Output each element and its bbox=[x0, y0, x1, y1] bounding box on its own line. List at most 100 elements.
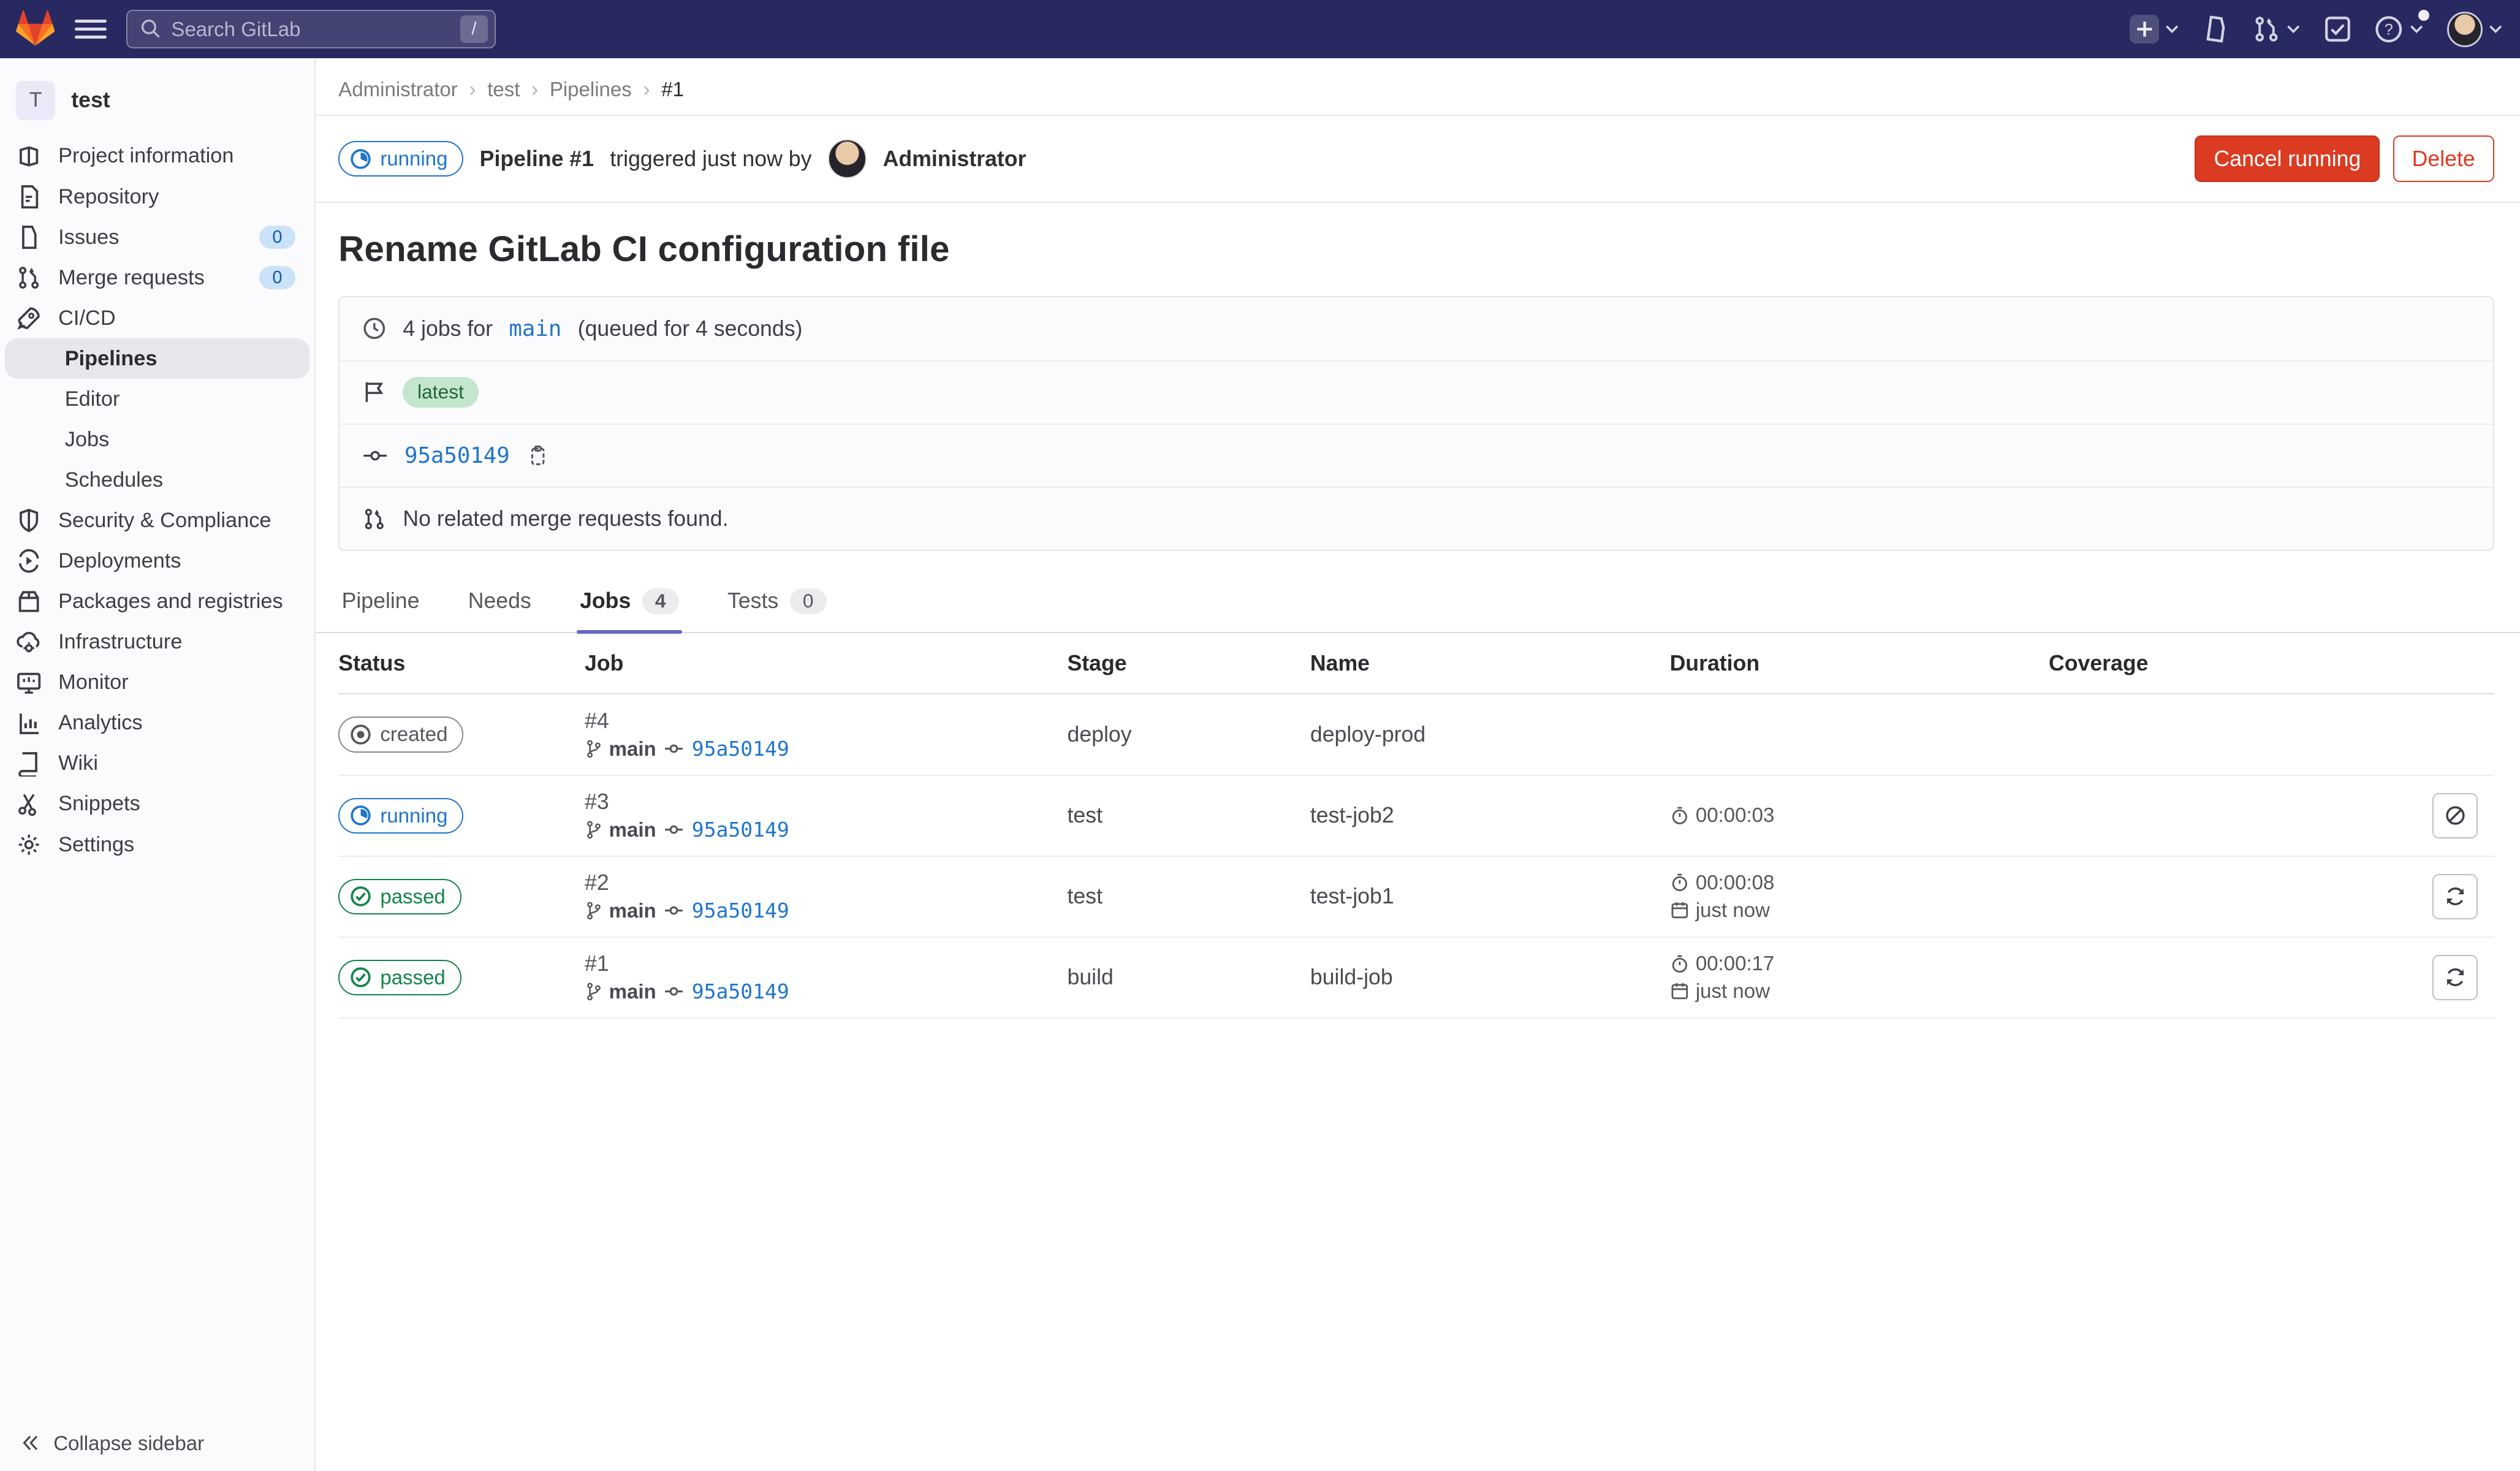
help-menu-button[interactable]: ? bbox=[2374, 15, 2424, 44]
ref-link[interactable]: main bbox=[609, 899, 656, 922]
jobs-summary-row: 4 jobs for main (queued for 4 seconds) bbox=[340, 297, 2492, 360]
sidebar-subitem-editor[interactable]: Editor bbox=[0, 379, 314, 419]
copy-commit-button[interactable] bbox=[526, 444, 548, 467]
flag-icon bbox=[362, 380, 387, 405]
cancel-job-button[interactable] bbox=[2432, 793, 2478, 838]
merge-request-icon bbox=[16, 265, 42, 291]
copy-icon bbox=[526, 444, 548, 467]
project-name: test bbox=[71, 88, 110, 113]
branch-icon bbox=[585, 739, 602, 759]
pipeline-tabs: Pipeline Needs Jobs 4 Tests 0 bbox=[316, 574, 2520, 633]
project-information-icon bbox=[16, 143, 42, 169]
commit-icon bbox=[662, 821, 685, 838]
branch-link[interactable]: main bbox=[509, 316, 561, 341]
commit-sha-link[interactable]: 95a50149 bbox=[692, 737, 789, 761]
author-avatar[interactable] bbox=[828, 139, 867, 178]
author-name[interactable]: Administrator bbox=[883, 146, 1027, 172]
branch-icon bbox=[585, 901, 602, 921]
retry-job-button[interactable] bbox=[2432, 874, 2478, 919]
passed-status-icon bbox=[349, 966, 372, 989]
sidebar-item-packages-registries[interactable]: Packages and registries bbox=[0, 582, 314, 622]
menu-hamburger-icon[interactable] bbox=[75, 13, 107, 45]
sidebar-item-monitor[interactable]: Monitor bbox=[0, 663, 314, 703]
breadcrumb-pipelines[interactable]: Pipelines bbox=[550, 78, 632, 101]
job-status-badge-passed[interactable]: passed bbox=[338, 960, 461, 995]
sidebar-item-settings[interactable]: Settings bbox=[0, 824, 314, 865]
commit-sha-link[interactable]: 95a50149 bbox=[692, 818, 789, 842]
sidebar-item-snippets[interactable]: Snippets bbox=[0, 784, 314, 824]
duration-cell: 00:00:08 just now bbox=[1670, 869, 2049, 924]
tab-jobs[interactable]: Jobs 4 bbox=[577, 574, 682, 632]
job-status-badge-passed[interactable]: passed bbox=[338, 879, 461, 914]
running-status-icon bbox=[349, 148, 372, 170]
jobs-count-badge: 4 bbox=[642, 588, 679, 614]
latest-badge[interactable]: latest bbox=[403, 377, 478, 408]
sidebar-item-analytics[interactable]: Analytics bbox=[0, 703, 314, 743]
top-navbar: / bbox=[0, 0, 2520, 58]
issues-button[interactable] bbox=[2203, 15, 2230, 43]
project-sidebar: T test Project information Repository Is… bbox=[0, 58, 316, 1470]
ref-link[interactable]: main bbox=[609, 980, 656, 1003]
sidebar-item-cicd[interactable]: CI/CD bbox=[0, 298, 314, 338]
breadcrumb-administrator[interactable]: Administrator bbox=[338, 78, 457, 101]
stage-cell: build bbox=[1068, 965, 1310, 990]
breadcrumb-project[interactable]: test bbox=[487, 78, 520, 101]
sidebar-item-issues[interactable]: Issues 0 bbox=[0, 217, 314, 257]
delete-button[interactable]: Delete bbox=[2393, 135, 2494, 183]
collapse-sidebar-button[interactable]: Collapse sidebar bbox=[0, 1416, 314, 1471]
todos-button[interactable] bbox=[2324, 15, 2351, 43]
tab-pipeline[interactable]: Pipeline bbox=[338, 574, 422, 632]
commit-icon bbox=[662, 740, 685, 758]
pipeline-header: running Pipeline #1 triggered just now b… bbox=[316, 116, 2520, 203]
table-row: passed #1 main bbox=[338, 938, 2494, 1019]
passed-status-icon bbox=[349, 885, 372, 908]
merge-requests-button[interactable] bbox=[2253, 15, 2301, 43]
retry-job-button[interactable] bbox=[2432, 955, 2478, 1000]
job-link[interactable]: #4 bbox=[585, 709, 1051, 734]
sidebar-item-repository[interactable]: Repository bbox=[0, 177, 314, 217]
sidebar-project-header[interactable]: T test bbox=[0, 71, 314, 136]
job-status-badge-created[interactable]: created bbox=[338, 716, 463, 752]
commit-sha-link[interactable]: 95a50149 bbox=[692, 979, 789, 1003]
tab-tests[interactable]: Tests 0 bbox=[724, 574, 830, 632]
cancel-running-button[interactable]: Cancel running bbox=[2195, 135, 2380, 183]
tab-needs[interactable]: Needs bbox=[465, 574, 534, 632]
timer-icon bbox=[1670, 954, 1690, 974]
global-search[interactable]: / bbox=[126, 10, 496, 48]
job-link[interactable]: #3 bbox=[585, 789, 1051, 815]
name-cell: deploy-prod bbox=[1310, 722, 1670, 747]
package-icon bbox=[16, 589, 42, 615]
deployments-icon bbox=[16, 548, 42, 574]
page-title: Rename GitLab CI configuration file bbox=[316, 203, 2520, 292]
duration-cell: 00:00:03 bbox=[1670, 802, 2049, 829]
sidebar-subitem-jobs[interactable]: Jobs bbox=[0, 419, 314, 460]
ref-link[interactable]: main bbox=[609, 737, 656, 761]
sidebar-item-merge-requests[interactable]: Merge requests 0 bbox=[0, 257, 314, 298]
tests-count-badge: 0 bbox=[790, 588, 827, 614]
table-row: running #3 main bbox=[338, 776, 2494, 857]
sidebar-item-security-compliance[interactable]: Security & Compliance bbox=[0, 501, 314, 541]
search-input[interactable] bbox=[171, 18, 450, 41]
commit-sha-link[interactable]: 95a50149 bbox=[404, 443, 510, 468]
double-chevron-left-icon bbox=[20, 1432, 40, 1453]
commit-sha-link[interactable]: 95a50149 bbox=[692, 899, 789, 922]
sidebar-item-project-information[interactable]: Project information bbox=[0, 136, 314, 177]
sidebar-subitem-pipelines[interactable]: Pipelines bbox=[5, 338, 309, 379]
user-menu-button[interactable] bbox=[2447, 12, 2503, 47]
sidebar-item-deployments[interactable]: Deployments bbox=[0, 541, 314, 582]
job-status-badge-running[interactable]: running bbox=[338, 798, 463, 834]
branch-icon bbox=[585, 820, 602, 840]
jobs-table-header: Status Job Stage Name Duration Coverage bbox=[338, 633, 2494, 694]
retry-icon bbox=[2444, 885, 2467, 908]
job-link[interactable]: #2 bbox=[585, 870, 1051, 895]
pipeline-status-badge[interactable]: running bbox=[338, 141, 463, 177]
sidebar-subitem-schedules[interactable]: Schedules bbox=[0, 460, 314, 500]
new-menu-button[interactable] bbox=[2130, 15, 2180, 44]
name-cell: test-job1 bbox=[1310, 884, 1670, 909]
sidebar-item-wiki[interactable]: Wiki bbox=[0, 743, 314, 784]
gitlab-logo-icon[interactable] bbox=[16, 10, 55, 48]
sidebar-item-infrastructure[interactable]: Infrastructure bbox=[0, 622, 314, 663]
job-link[interactable]: #1 bbox=[585, 951, 1051, 976]
ref-link[interactable]: main bbox=[609, 818, 656, 842]
chevron-down-icon bbox=[2408, 21, 2424, 37]
